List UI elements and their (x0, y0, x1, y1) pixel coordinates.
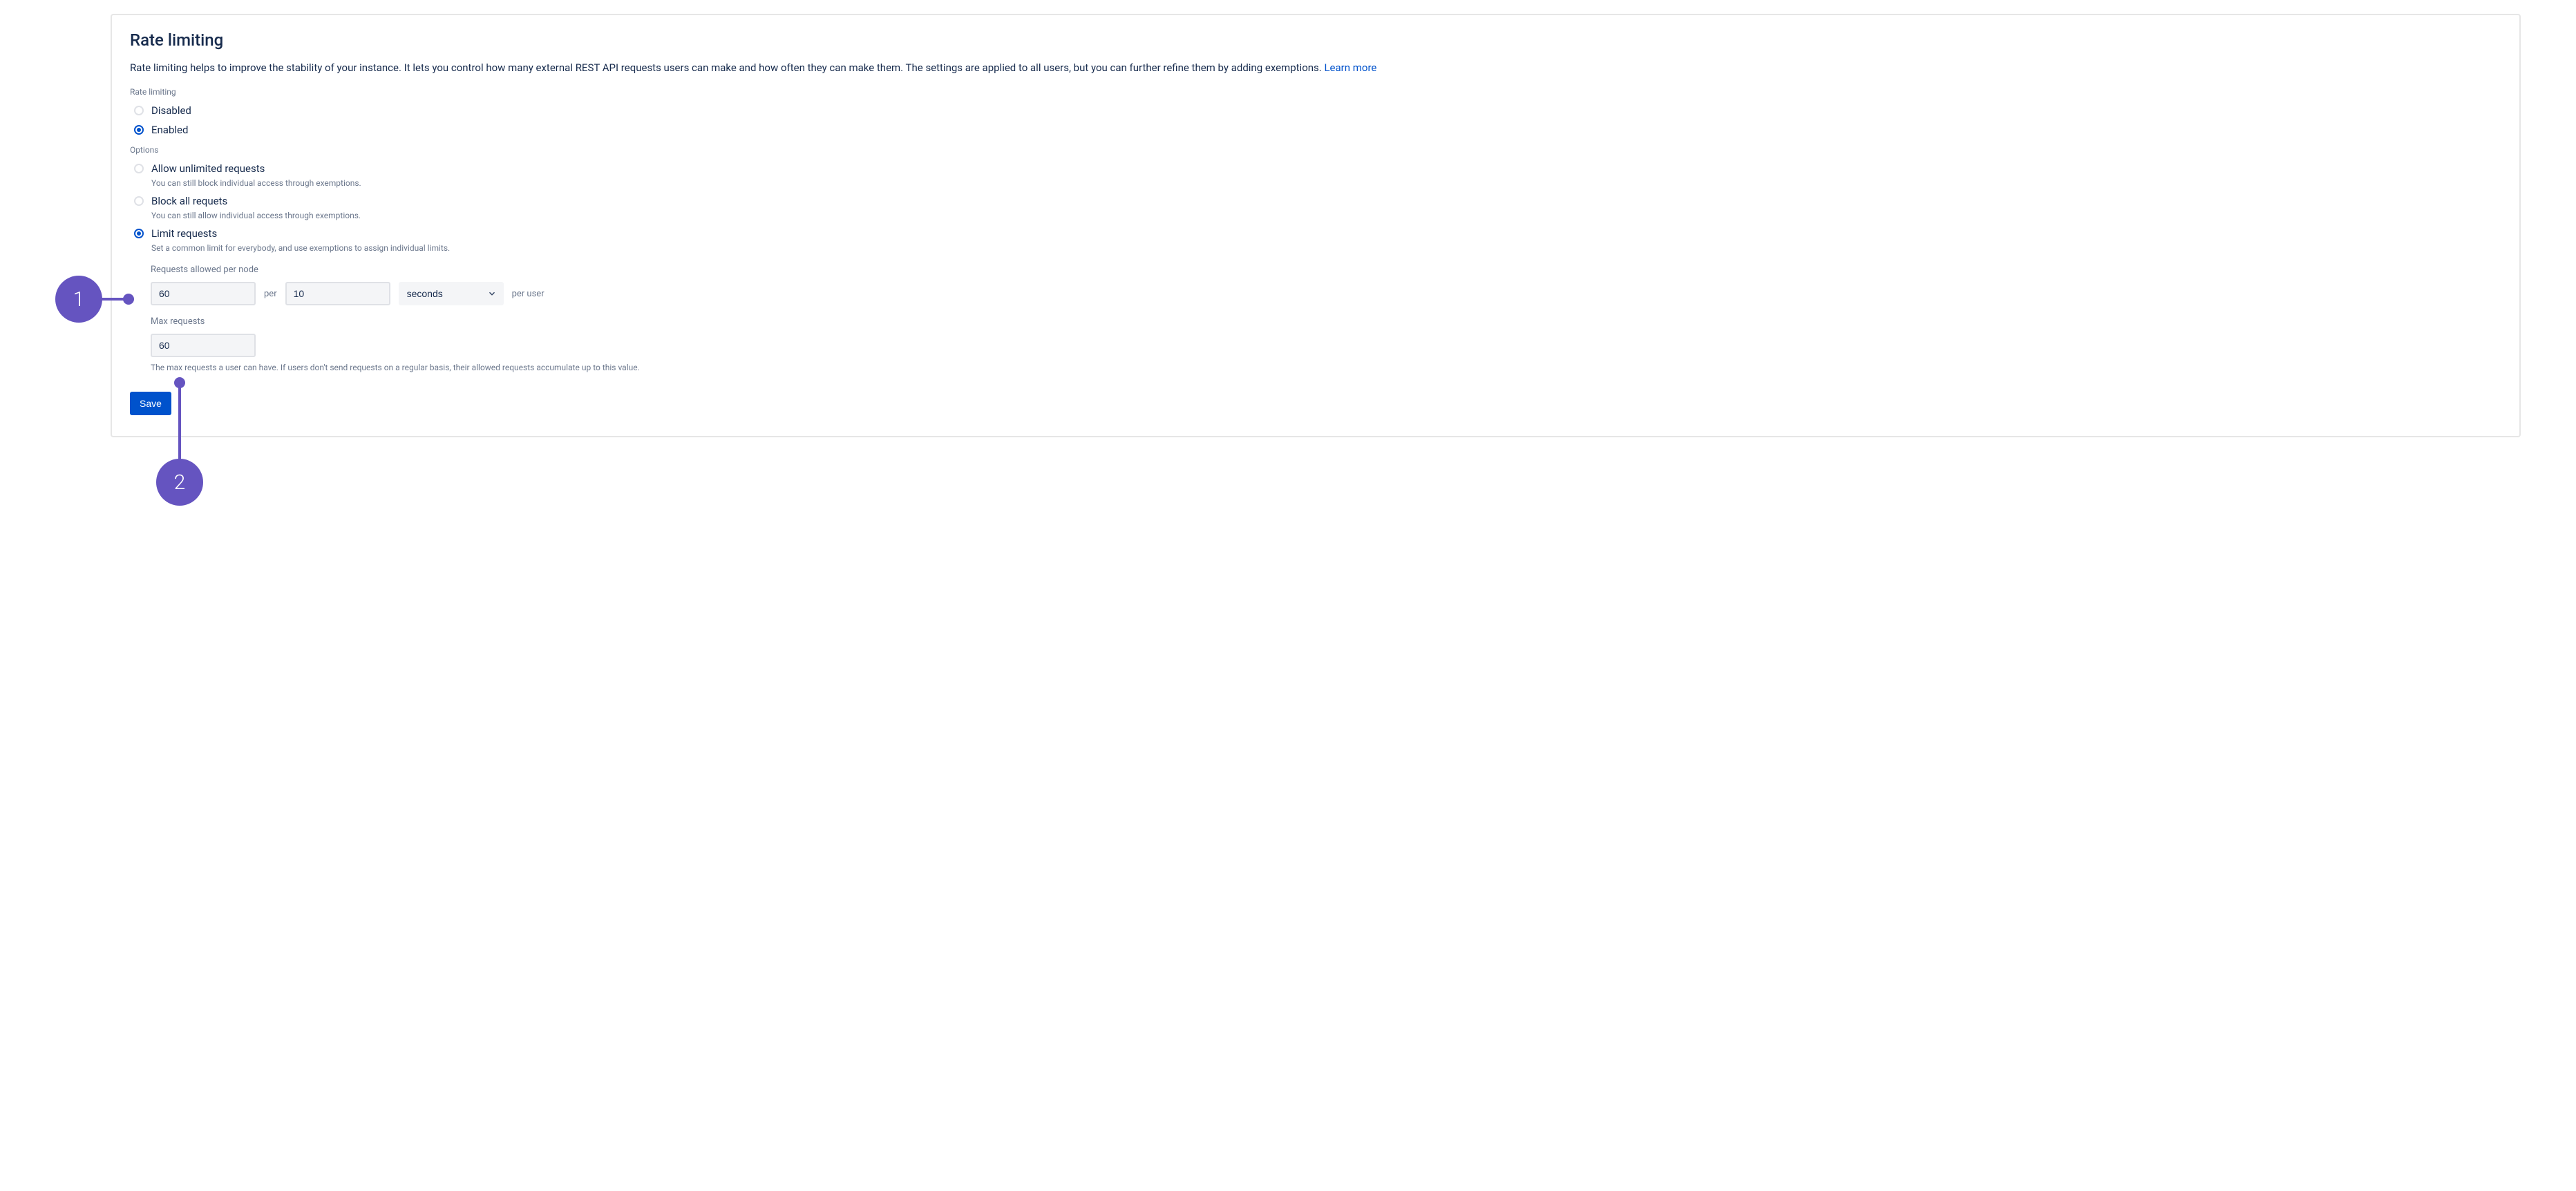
annotation-marker-2: 2 (156, 459, 203, 506)
radio-help: You can still allow individual access th… (151, 210, 2501, 222)
radio-label: Disabled (151, 104, 2501, 117)
rate-limiting-section-label: Rate limiting (130, 87, 2501, 97)
radio-label: Allow unlimited requests (151, 162, 2501, 175)
annotation-connector (178, 383, 181, 461)
radio-block-all[interactable]: Block all requets You can still allow in… (130, 194, 2501, 221)
per-text: per (264, 289, 277, 299)
options-section-label: Options (130, 145, 2501, 155)
requests-allowed-label: Requests allowed per node (151, 265, 2501, 275)
save-button[interactable]: Save (130, 392, 171, 415)
radio-icon (134, 106, 144, 115)
requests-row: per seconds per user (151, 282, 2501, 305)
limit-settings-block: Requests allowed per node per seconds pe… (151, 265, 2501, 372)
radio-help: You can still block individual access th… (151, 178, 2501, 189)
radio-label: Block all requets (151, 194, 2501, 208)
learn-more-link[interactable]: Learn more (1324, 61, 1376, 74)
radio-disabled[interactable]: Disabled (130, 104, 2501, 117)
max-requests-label: Max requests (151, 316, 2501, 327)
requests-allowed-input[interactable] (151, 282, 256, 305)
radio-limit-requests[interactable]: Limit requests Set a common limit for ev… (130, 227, 2501, 254)
options-radio-group: Allow unlimited requests You can still b… (130, 162, 2501, 254)
annotation-dot (123, 294, 134, 305)
time-unit-select-wrap: seconds (399, 282, 504, 305)
time-unit-select[interactable]: seconds (399, 282, 504, 305)
annotation-marker-1: 1 (55, 276, 102, 323)
annotation-dot (174, 377, 185, 388)
description-text: Rate limiting helps to improve the stabi… (130, 61, 1324, 74)
radio-label: Enabled (151, 123, 2501, 137)
radio-enabled[interactable]: Enabled (130, 123, 2501, 137)
state-radio-group: Disabled Enabled (130, 104, 2501, 137)
radio-label: Limit requests (151, 227, 2501, 240)
per-user-text: per user (512, 289, 544, 299)
page-title: Rate limiting (130, 30, 2501, 50)
page-description: Rate limiting helps to improve the stabi… (130, 61, 2501, 76)
radio-icon (134, 125, 144, 135)
radio-help: Set a common limit for everybody, and us… (151, 242, 2501, 254)
radio-icon (134, 196, 144, 206)
max-requests-input[interactable] (151, 334, 256, 357)
max-requests-help: The max requests a user can have. If use… (151, 363, 2501, 372)
radio-allow-unlimited[interactable]: Allow unlimited requests You can still b… (130, 162, 2501, 189)
radio-icon (134, 229, 144, 238)
interval-input[interactable] (285, 282, 390, 305)
radio-icon (134, 164, 144, 173)
rate-limiting-panel: Rate limiting Rate limiting helps to imp… (111, 14, 2521, 437)
